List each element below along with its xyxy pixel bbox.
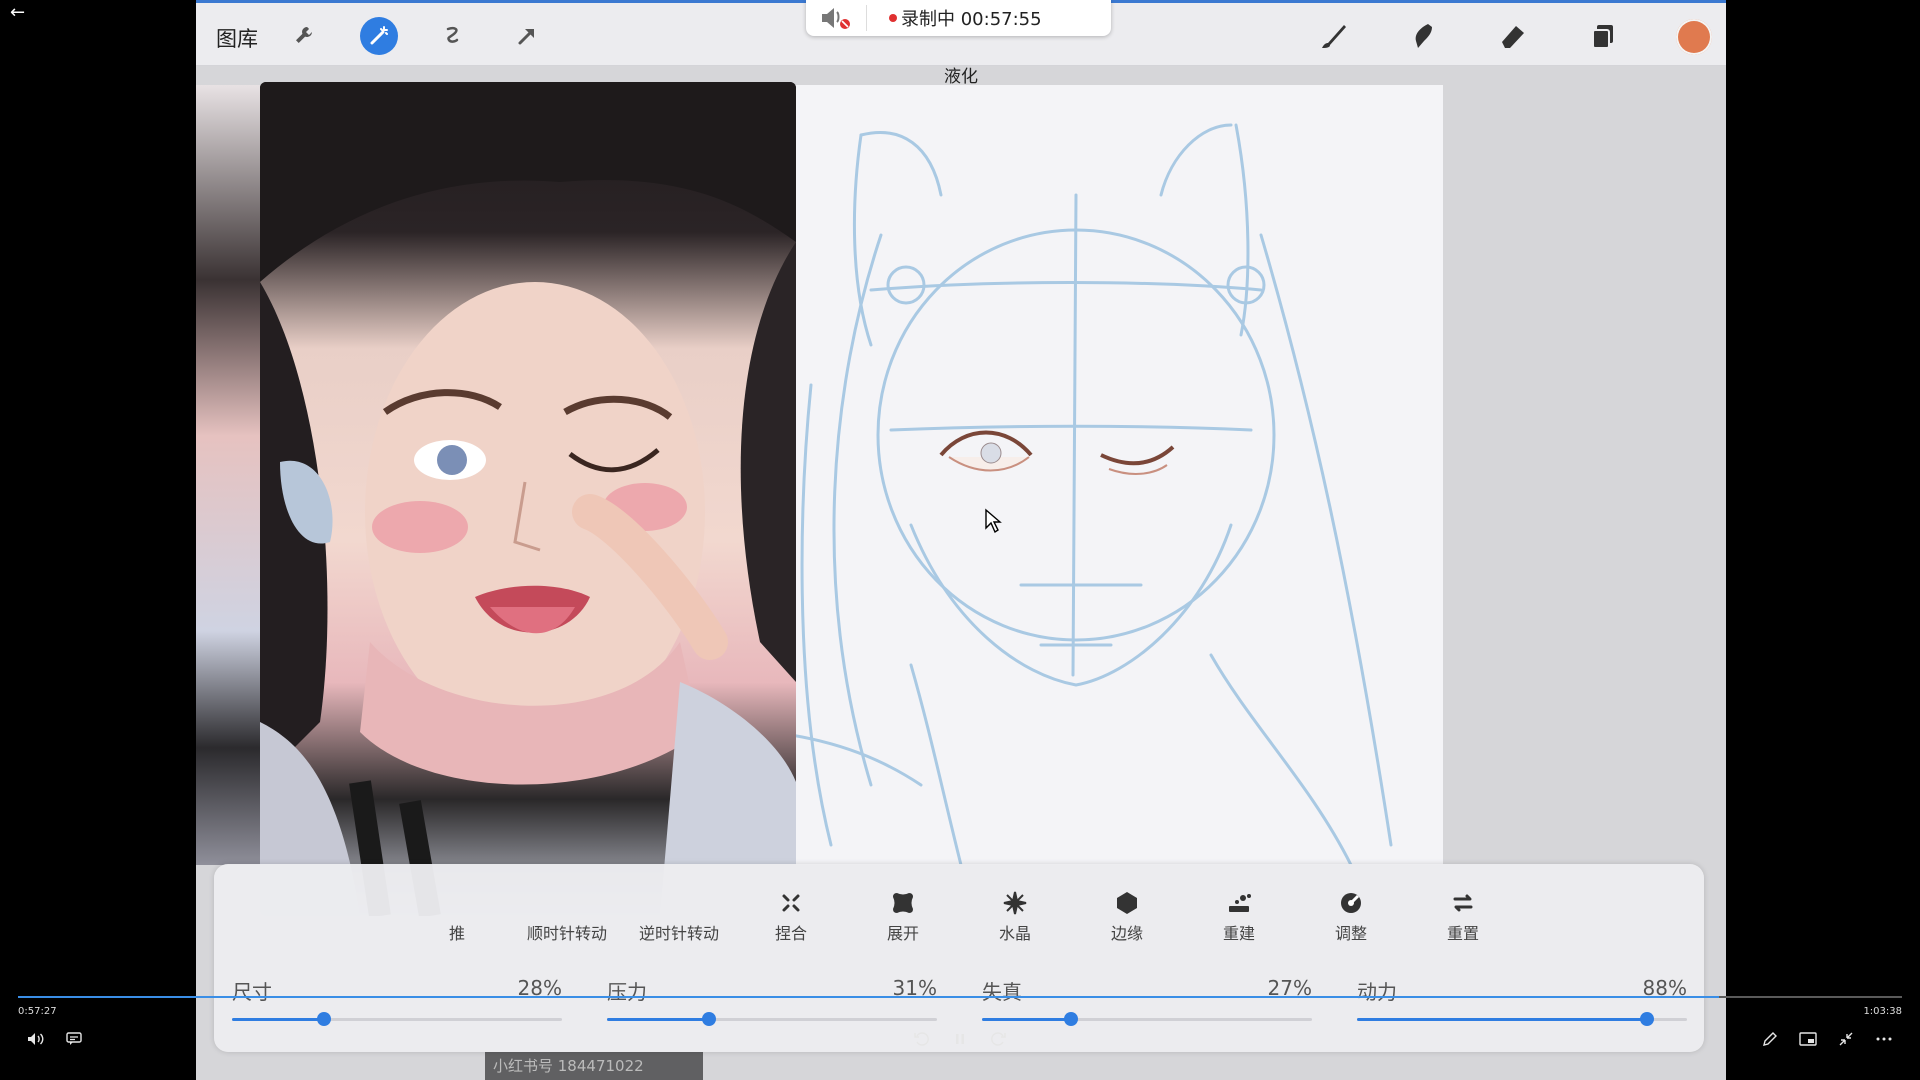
pressure-fill	[607, 1018, 710, 1021]
more-options-icon[interactable]	[1872, 1028, 1896, 1050]
magic-wand-icon[interactable]	[360, 17, 398, 55]
mode-reset[interactable]: 重置	[1408, 888, 1518, 944]
seek-bar[interactable]	[18, 996, 1902, 998]
recording-time: 录制中 00:57:55	[901, 9, 1042, 30]
mode-crystals[interactable]: 水晶	[960, 888, 1070, 944]
edit-pen-icon[interactable]	[1758, 1028, 1782, 1050]
distortion-knob[interactable]	[1064, 1012, 1079, 1026]
seek-bar-fill	[18, 996, 1720, 998]
size-label: 尺寸	[232, 980, 272, 1004]
gallery-button[interactable]: 图库	[216, 23, 258, 53]
captions-icon[interactable]	[62, 1028, 86, 1050]
reconstruct-icon	[1184, 888, 1294, 918]
rewind-10-button[interactable]	[910, 1028, 934, 1050]
reference-photo[interactable]	[260, 82, 796, 916]
mode-twirl-left[interactable]: 逆时针转动	[624, 888, 734, 944]
recording-dot	[889, 14, 897, 22]
wrench-icon[interactable]	[286, 17, 324, 55]
brush-icon[interactable]	[1314, 17, 1352, 55]
pressure-label: 压力	[607, 980, 647, 1004]
watermark: 小红书号 184471022	[485, 1052, 703, 1080]
momentum-label: 动力	[1357, 980, 1397, 1004]
transform-arrow-icon[interactable]	[508, 17, 546, 55]
face-sketch	[791, 123, 1393, 865]
distortion-label: 失真	[982, 980, 1022, 1004]
push-icon	[402, 888, 512, 918]
mode-expand[interactable]: 展开	[848, 888, 958, 944]
liquify-panel: 推 顺时针转动 逆时针转动 捏合 展开 水晶 边缘 重建 调整 重置 尺寸 28…	[214, 864, 1704, 1052]
mode-push[interactable]: 推	[402, 888, 512, 944]
color-swatch[interactable]	[1676, 19, 1712, 55]
forward-30-button[interactable]	[986, 1028, 1010, 1050]
smudge-icon[interactable]	[1404, 17, 1442, 55]
layers-icon[interactable]	[1584, 17, 1622, 55]
twirl-left-icon	[624, 888, 734, 918]
size-knob[interactable]	[317, 1012, 332, 1026]
crystals-icon	[960, 888, 1070, 918]
recording-indicator: 录制中 00:57:55	[806, 0, 1111, 36]
mode-reconstruct[interactable]: 重建	[1184, 888, 1294, 944]
twirl-right-icon	[512, 888, 622, 918]
exit-fullscreen-icon[interactable]	[1834, 1028, 1858, 1050]
total-time: 1:03:38	[1863, 1006, 1902, 1017]
selection-icon[interactable]	[434, 17, 472, 55]
mode-pinch[interactable]: 捏合	[736, 888, 846, 944]
adjust-icon	[1296, 888, 1406, 918]
momentum-knob[interactable]	[1640, 1012, 1655, 1026]
procreate-app: 图库 录制中 00:57:55 液化 推 顺时针转动 逆时针转动 捏合 展开 水…	[196, 0, 1726, 1080]
reset-icon	[1408, 888, 1518, 918]
mouse-cursor-icon	[985, 508, 1002, 534]
edge-icon	[1072, 888, 1182, 918]
muted-speaker-icon[interactable]	[806, 5, 867, 31]
size-fill	[232, 1018, 325, 1021]
eraser-icon[interactable]	[1494, 17, 1532, 55]
pinch-icon	[736, 888, 846, 918]
pressure-knob[interactable]	[702, 1012, 717, 1026]
mode-adjust[interactable]: 调整	[1296, 888, 1406, 944]
current-time: 0:57:27	[18, 1006, 57, 1017]
sketch-eyes	[939, 430, 1175, 475]
momentum-fill	[1357, 1018, 1648, 1021]
back-arrow-icon[interactable]: ←	[10, 2, 25, 23]
volume-icon[interactable]	[24, 1028, 48, 1050]
reference-photo-illustration	[260, 82, 796, 916]
reference-photo-edge	[196, 85, 260, 865]
mode-twirl-right[interactable]: 顺时针转动	[512, 888, 622, 944]
distortion-fill	[982, 1018, 1072, 1021]
mini-player-icon[interactable]	[1796, 1028, 1820, 1050]
pause-button[interactable]	[948, 1028, 972, 1050]
expand-icon	[848, 888, 958, 918]
mode-edge[interactable]: 边缘	[1072, 888, 1182, 944]
